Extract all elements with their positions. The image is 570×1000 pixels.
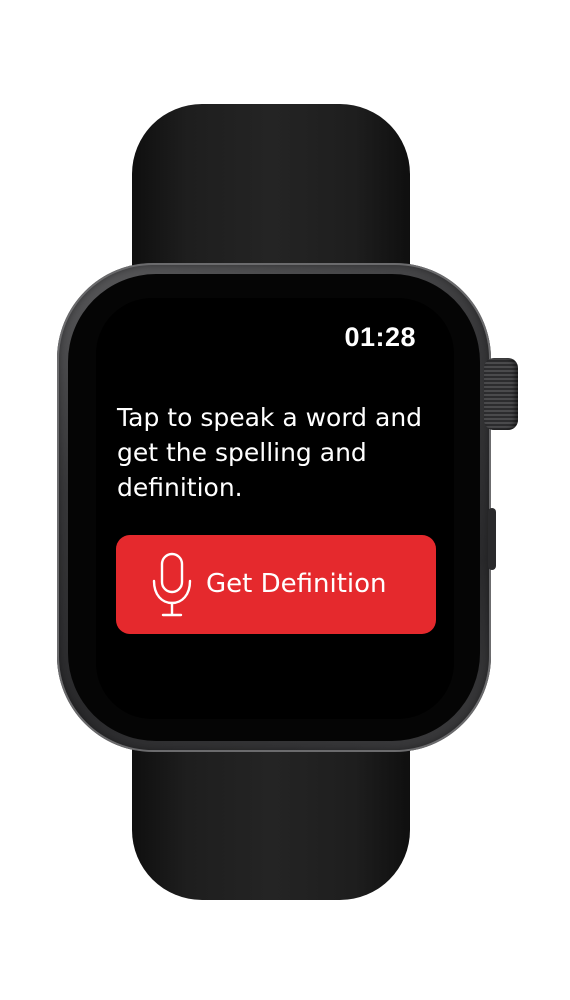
watch-screen: 01:28 Tap to speak a word and get the sp…: [96, 298, 454, 719]
side-button[interactable]: [488, 508, 496, 570]
instruction-text: Tap to speak a word and get the spelling…: [117, 403, 423, 502]
digital-crown[interactable]: [484, 358, 518, 430]
status-time: 01:28: [344, 322, 416, 352]
get-definition-button[interactable]: Get Definition: [116, 535, 436, 634]
get-definition-label: Get Definition: [206, 569, 387, 599]
watch-device: 01:28 Tap to speak a word and get the sp…: [0, 0, 570, 1000]
microphone-icon: [152, 552, 192, 617]
